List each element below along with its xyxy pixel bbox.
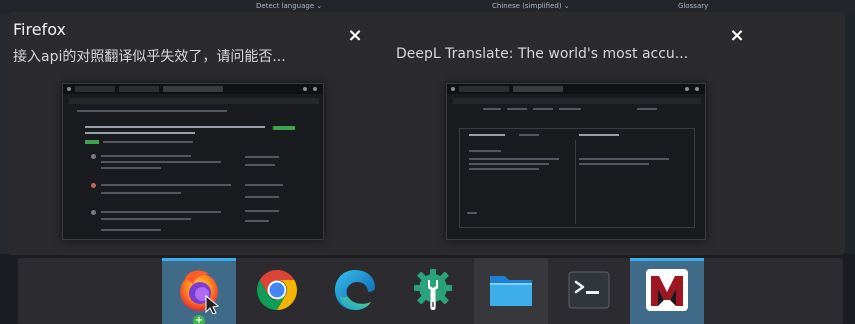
add-badge-icon: + xyxy=(193,315,205,324)
taskbar-chrome-button[interactable] xyxy=(240,258,314,324)
window-1-subtitle: 接入api的对照翻译似乎失效了，请问能否... xyxy=(13,49,286,65)
firefox-icon xyxy=(180,270,220,314)
window-2-close-icon[interactable]: × xyxy=(729,27,745,45)
edge-icon xyxy=(335,270,375,310)
bg-target-language: Chinese (simplified) ⌄ xyxy=(492,2,570,10)
background-right-pane xyxy=(845,14,855,254)
taskbar-terminal-button[interactable] xyxy=(552,258,626,324)
screen: Detect language ⌄ Chinese (simplified) ⌄… xyxy=(0,0,855,324)
window-1-close-icon[interactable]: × xyxy=(347,27,363,45)
terminal-icon xyxy=(568,271,610,309)
active-indicator xyxy=(162,258,236,261)
background-left-pane xyxy=(0,14,8,254)
bg-glossary: Glossary xyxy=(678,2,709,10)
taskbar-mendeley-button[interactable] xyxy=(630,258,704,324)
settings-wrench-icon xyxy=(414,269,452,310)
active-indicator xyxy=(630,258,704,261)
window-1-thumbnail[interactable] xyxy=(62,83,324,240)
taskbar-files-button[interactable] xyxy=(474,258,548,324)
thumb-tabbar xyxy=(63,84,323,94)
taskbar-edge-button[interactable] xyxy=(318,258,392,324)
taskbar-firefox-button[interactable]: + xyxy=(162,258,236,324)
chrome-icon xyxy=(257,270,297,310)
window-2-subtitle: DeepL Translate: The world's most accu..… xyxy=(396,46,689,62)
window-2-thumbnail[interactable] xyxy=(446,83,706,240)
thumb-tabbar xyxy=(447,84,705,94)
bg-detect-language: Detect language ⌄ xyxy=(256,2,323,10)
taskbar-settings-button[interactable] xyxy=(396,258,470,324)
folder-icon xyxy=(490,276,532,306)
window-1-app-title: Firefox xyxy=(13,20,66,39)
mendeley-icon xyxy=(646,269,688,311)
